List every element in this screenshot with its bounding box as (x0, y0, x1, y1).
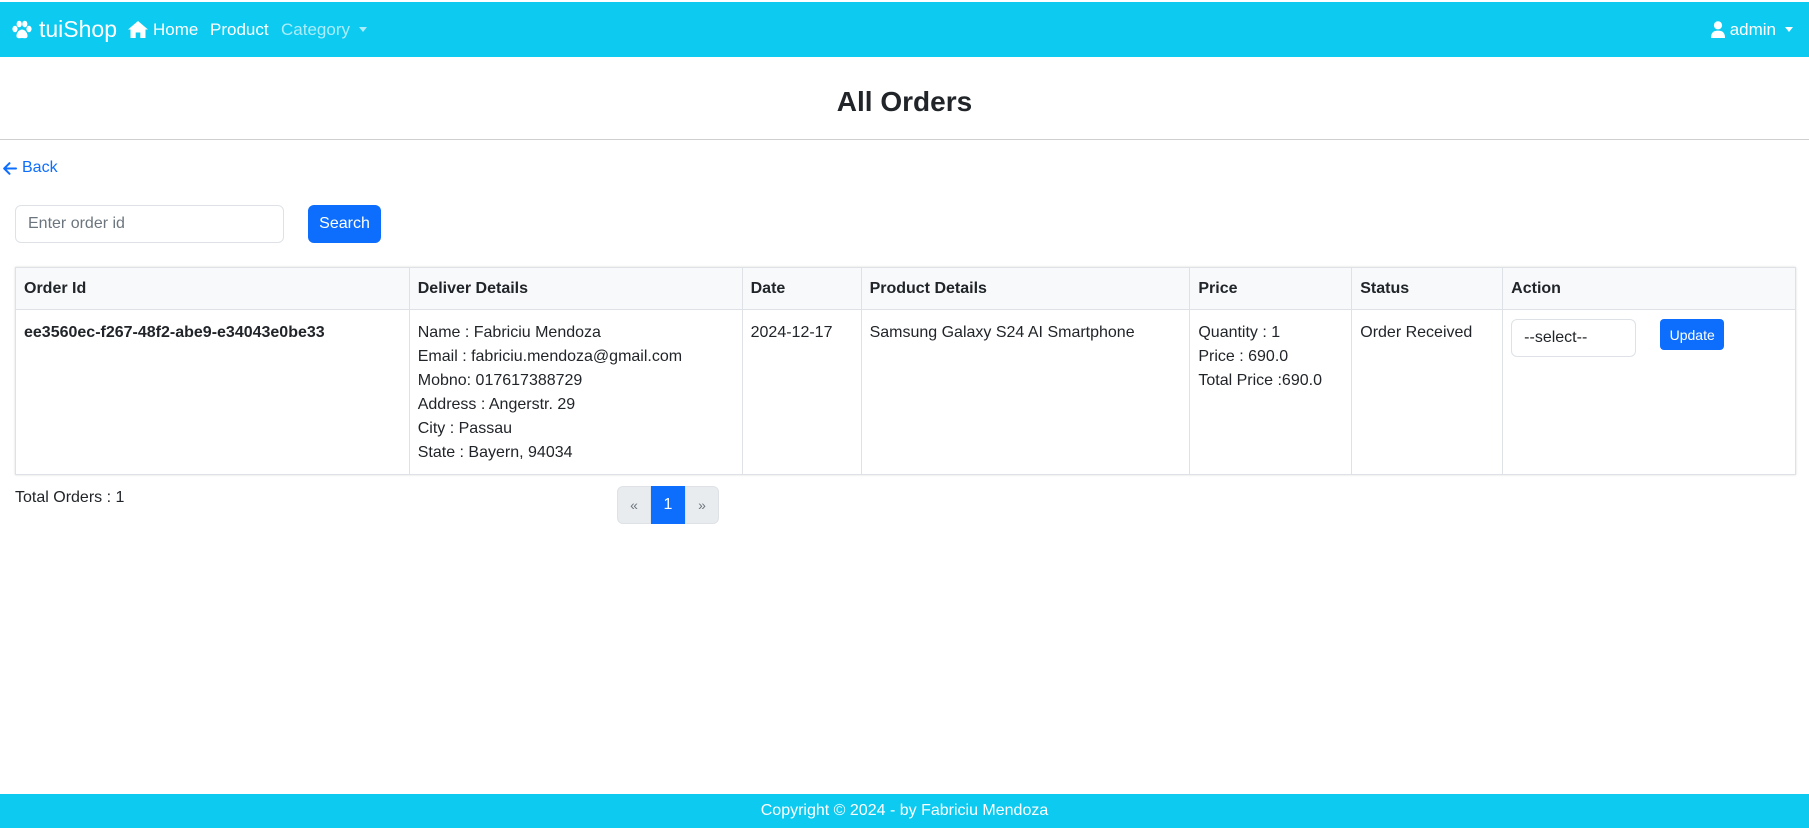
pagination: « 1 » (617, 486, 719, 524)
copyright-text: Copyright © 2024 - by Fabriciu Mendoza (760, 802, 1049, 819)
search-button[interactable]: Search (308, 205, 381, 243)
user-menu-dropdown[interactable]: admin (1710, 2, 1793, 57)
cell-product-details: Samsung Galaxy S24 AI Smartphone (860, 309, 1191, 475)
user-menu-label: admin (1729, 19, 1776, 39)
nav-category-label: Category (281, 19, 350, 39)
order-id-value: ee3560ec-f267-48f2-abe9-e34043e0be33 (24, 324, 325, 341)
update-button[interactable]: Update (1660, 319, 1725, 350)
header-action: Action (1502, 267, 1796, 310)
price-unit: Price : 690.0 (1198, 348, 1289, 365)
table-header-row: Order Id Deliver Details Date Product De… (15, 267, 1796, 310)
order-date: 2024-12-17 (750, 324, 833, 341)
pagination-prev[interactable]: « (617, 486, 651, 524)
deliver-name: Name : Fabriciu Mendoza (417, 324, 601, 341)
order-id-search-input[interactable] (15, 205, 284, 243)
header-product-details: Product Details (860, 267, 1191, 310)
header-deliver-details: Deliver Details (408, 267, 743, 310)
cell-date: 2024-12-17 (741, 309, 862, 475)
deliver-mobno: Mobno: 017617388729 (417, 372, 583, 389)
nav-category-dropdown[interactable]: Category (281, 2, 367, 57)
page-title: All Orders (836, 86, 973, 117)
back-link[interactable]: Back (3, 159, 58, 177)
chevron-down-icon (358, 27, 367, 32)
deliver-state: State : Bayern, 94034 (417, 444, 573, 461)
cell-deliver-details: Name : Fabriciu Mendoza Email : fabriciu… (408, 309, 743, 475)
site-footer: Copyright © 2024 - by Fabriciu Mendoza (0, 794, 1809, 828)
back-link-label: Back (22, 159, 58, 176)
deliver-email: Email : fabriciu.mendoza@gmail.com (417, 348, 683, 365)
nav-home-label: Home (153, 19, 199, 39)
header-order-id: Order Id (15, 267, 410, 310)
deliver-address: Address : Angerstr. 29 (417, 396, 576, 413)
chevron-down-icon (1785, 27, 1793, 32)
total-orders: Total Orders : 1 (15, 489, 125, 506)
brand-link[interactable]: tuiShop (11, 2, 117, 57)
nav-home[interactable]: Home (128, 2, 198, 57)
table-row: ee3560ec-f267-48f2-abe9-e34043e0be33 Nam… (15, 309, 1796, 475)
header-status: Status (1351, 267, 1504, 310)
price-total: Total Price :690.0 (1198, 372, 1322, 389)
orders-table: Order Id Deliver Details Date Product De… (15, 267, 1796, 475)
deliver-city: City : Passau (417, 420, 512, 437)
nav-product[interactable]: Product (210, 2, 269, 57)
title-divider (0, 139, 1809, 140)
pagination-page-1[interactable]: 1 (651, 486, 685, 524)
product-name: Samsung Galaxy S24 AI Smartphone (869, 324, 1135, 341)
nav-product-label: Product (210, 19, 269, 39)
price-quantity: Quantity : 1 (1198, 324, 1281, 341)
pagination-next[interactable]: » (685, 486, 719, 524)
cell-order-id: ee3560ec-f267-48f2-abe9-e34043e0be33 (15, 309, 410, 475)
header-date: Date (741, 267, 862, 310)
arrow-left-icon (3, 161, 17, 175)
paw-icon (12, 20, 32, 38)
header-price: Price (1189, 267, 1353, 310)
status-value: Order Received (1360, 324, 1473, 341)
brand-name: tuiShop (39, 16, 118, 42)
cell-action: --select-- Update (1502, 309, 1796, 475)
navbar: tuiShop Home Product Category admin (0, 2, 1809, 57)
cell-status: Order Received (1351, 309, 1504, 475)
status-select[interactable]: --select-- (1511, 319, 1637, 357)
home-icon (128, 21, 148, 38)
cell-price: Quantity : 1 Price : 690.0 Total Price :… (1189, 309, 1353, 475)
user-icon (1710, 21, 1725, 38)
